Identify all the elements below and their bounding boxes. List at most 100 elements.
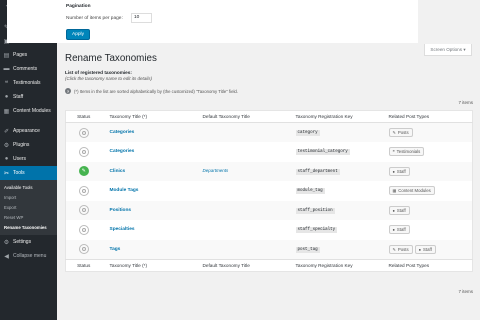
taxonomy-title-link[interactable]: Module Tags [110, 188, 139, 193]
col-post-types: Related Post Types [380, 110, 473, 123]
submenu-item-import[interactable]: Import [0, 192, 57, 202]
title-cell: Positions [101, 200, 195, 220]
sidebar-item-settings[interactable]: ⚙ Settings [0, 235, 57, 249]
post-type-label: Staff [396, 227, 406, 233]
status-cell [66, 181, 102, 201]
sidebar-item-label: Settings [13, 239, 32, 245]
registration-key: post_tag [295, 246, 320, 253]
tools-submenu: Available Tools Import Export Reset WP Renam… [0, 180, 57, 235]
foot-col-post-types: Related Post Types [380, 258, 473, 271]
post-types-cell: ❝ Testimonials [381, 142, 473, 162]
taxonomy-title-link[interactable]: Positions [110, 208, 132, 213]
post-type-badge[interactable]: ✎ Posts [388, 244, 413, 254]
post-type-badge[interactable]: ● Staff [414, 244, 436, 254]
default-status-icon [78, 146, 89, 157]
collapse-menu-button[interactable]: ◀ Collapse menu [0, 249, 57, 263]
post-types-cell: ● Staff [381, 220, 473, 240]
sort-note-text: (*) Items in the list are sorted alphabe… [74, 88, 239, 94]
sidebar-item-appearance[interactable]: ✐ Appearance [0, 124, 57, 138]
submenu-item-available-tools[interactable]: Available Tools [0, 182, 57, 192]
post-type-badge[interactable]: ▦ Content Modules [388, 186, 435, 196]
submenu-item-rename-taxonomies[interactable]: Rename Taxonomies [0, 222, 57, 232]
collapse-menu-label: Collapse menu [13, 253, 47, 259]
person-icon: ● [392, 168, 395, 174]
post-type-badge[interactable]: ❝ Testimonials [388, 147, 425, 157]
sidebar-item-users[interactable]: ● Users [0, 152, 57, 166]
post-type-badge[interactable]: ● Staff [388, 225, 410, 235]
registration-key: staff_department [295, 168, 340, 175]
registration-key: category [295, 130, 320, 136]
submenu-item-reset-wp[interactable]: Reset WP [0, 212, 57, 222]
taxonomy-title-link[interactable]: Tags [110, 247, 121, 252]
taxonomy-title-link[interactable]: Specialties [110, 227, 135, 232]
post-type-badge[interactable]: ● Staff [388, 166, 410, 176]
default-status-icon [78, 205, 89, 216]
table-row: Categories category ✎ Posts [65, 122, 473, 142]
sidebar-item-plugins[interactable]: ⚙ Plugins [0, 138, 57, 152]
registration-key: testimonial_category [295, 149, 350, 156]
submenu-item-export[interactable]: Export [0, 202, 57, 212]
col-default-title: Default Taxonomy Title [194, 110, 288, 123]
status-cell [66, 142, 102, 162]
title-cell: Tags [101, 239, 195, 259]
comment-icon: ▬ [3, 66, 10, 72]
sidebar-item-content-modules[interactable]: ▦ Content Modules [0, 104, 57, 118]
default-status-icon [78, 127, 89, 138]
taxonomy-title-link[interactable]: Categories [110, 149, 135, 154]
pin-icon: ✎ [392, 246, 396, 252]
status-cell [65, 239, 102, 259]
sidebar-item-label: Pages [13, 52, 28, 58]
apply-button[interactable]: Apply [66, 29, 90, 40]
default-title-cell [194, 239, 288, 259]
sidebar-item-label: Appearance [13, 128, 40, 134]
foot-col-registration-key: Taxonomy Registration Key [287, 258, 381, 271]
sidebar-item-testimonials[interactable]: ❝ Testimonials [0, 76, 57, 90]
table-footer-row: Status Taxonomy Title (*) Default Taxono… [65, 258, 473, 271]
table-row: Positions staff_position ● Staff [65, 200, 473, 220]
taxonomy-title-link[interactable]: Categories [110, 130, 135, 135]
pagination-title: Pagination [66, 4, 91, 9]
items-per-page-input[interactable]: 10 [131, 13, 152, 23]
default-title-cell [195, 181, 288, 201]
table-row: Categories testimonial_category ❝ Testimoni… [66, 142, 473, 162]
registration-key: staff_specialty [295, 227, 338, 234]
title-cell: Categories [101, 122, 195, 142]
table-row: ✎ Clinics Departments staff_department ● Staf… [65, 161, 473, 181]
post-types-cell: ✎ Posts [380, 122, 473, 142]
post-type-label: Staff [396, 168, 406, 174]
person-icon: ● [418, 246, 422, 252]
sidebar-item-label: Users [13, 156, 27, 162]
edited-status-icon: ✎ [78, 166, 89, 177]
sidebar-item-label: Plugins [13, 142, 30, 148]
taxonomy-title-link[interactable]: Clinics [110, 169, 126, 174]
sort-note: ? (*) Items in the list are sorted alpha… [65, 88, 238, 94]
sidebar-item-staff[interactable]: ● Staff [0, 90, 57, 104]
default-title-cell: Departments [194, 161, 288, 181]
registration-key-cell: staff_department [287, 161, 381, 181]
post-type-badge[interactable]: ● Staff [388, 205, 410, 215]
default-title-cell [194, 200, 288, 220]
person-icon: ● [392, 207, 395, 213]
post-types-cell: ✎ Posts ● Staff [380, 239, 473, 259]
foot-col-taxonomy-title: Taxonomy Title (*) [101, 258, 195, 271]
pin-icon: ✎ [392, 130, 396, 135]
title-cell: Categories [102, 142, 195, 162]
screen-options-button[interactable]: Screen Options ▾ [424, 44, 472, 56]
sidebar-item-tools[interactable]: ✂ Tools [0, 166, 57, 180]
sidebar-item-label: Content Modules [13, 108, 51, 114]
default-title-cell [194, 122, 288, 142]
plugin-icon: ⚙ [3, 142, 10, 149]
appearance-icon: ✐ [3, 128, 10, 135]
col-registration-key: Taxonomy Registration Key [287, 110, 381, 123]
registration-key-cell: staff_specialty [288, 220, 381, 240]
post-type-badge[interactable]: ✎ Posts [388, 128, 413, 137]
registration-key-cell: staff_position [287, 200, 381, 220]
sidebar-item-label: Staff [13, 94, 24, 100]
modules-icon: ▦ [3, 108, 10, 115]
sidebar-item-pages[interactable]: ▤ Pages [0, 48, 57, 62]
registration-key-cell: testimonial_category [288, 142, 381, 162]
sidebar-item-comments[interactable]: ▬ Comments [0, 62, 57, 76]
default-title-cell [195, 142, 288, 162]
staff-icon: ● [4, 94, 9, 100]
registration-key-cell: module_tag [288, 181, 381, 201]
